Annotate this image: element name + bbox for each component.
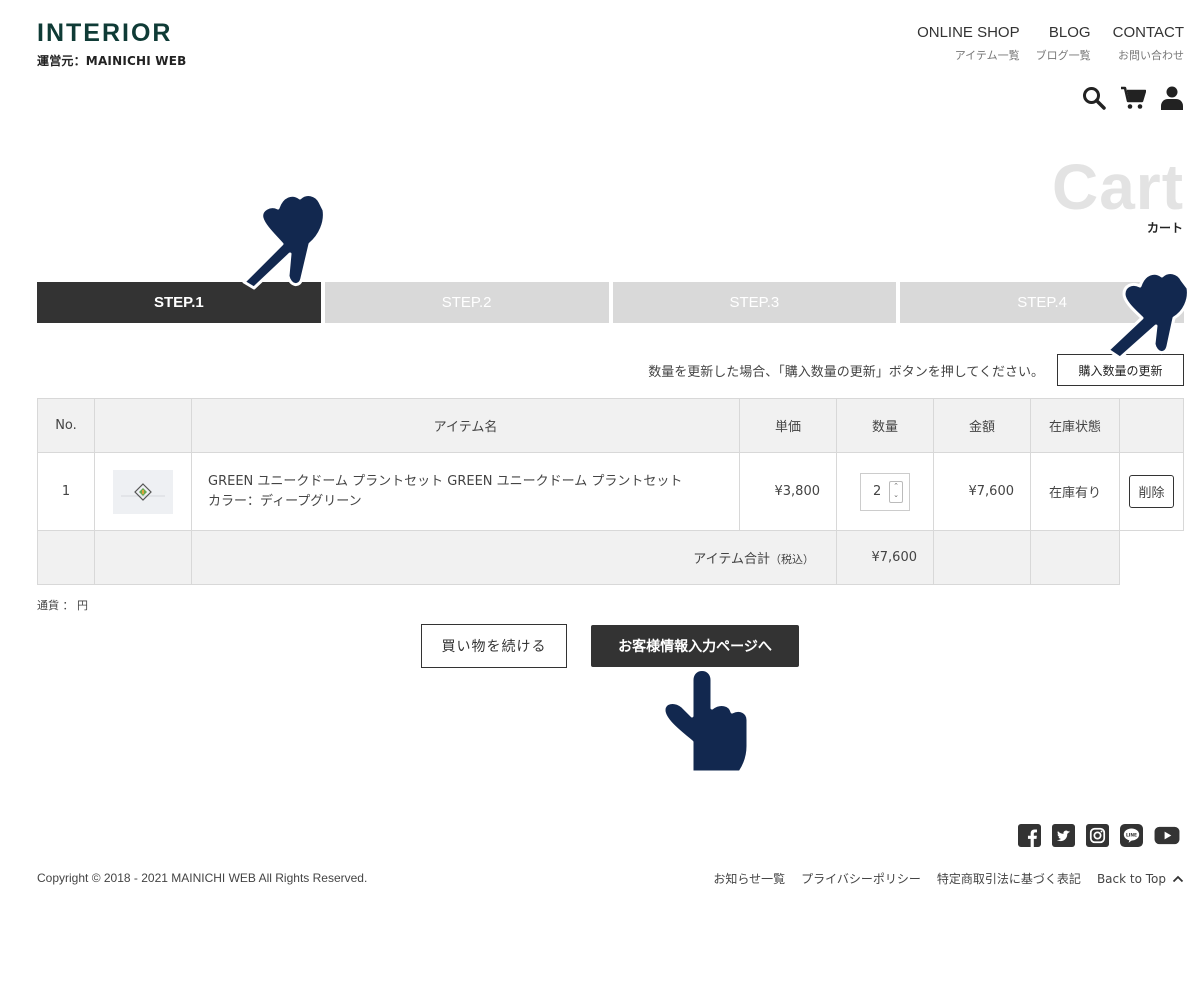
cart-icon[interactable] <box>1120 85 1146 111</box>
header-stock: 在庫状態 <box>1030 398 1120 453</box>
header-icons <box>1081 85 1185 111</box>
unit-price: ¥3,800 <box>739 452 837 531</box>
step-2: STEP.2 <box>324 282 609 323</box>
logo-title: INTERIOR <box>37 19 173 47</box>
quantity-value: 2 <box>873 484 882 499</box>
nav-sublabel: ブログ一覧 <box>1035 49 1091 62</box>
youtube-icon[interactable] <box>1154 824 1180 847</box>
item-name-cell: GREEN ユニークドーム プラントセット GREEN ユニークドーム プラント… <box>191 452 740 531</box>
instagram-icon[interactable] <box>1086 824 1109 847</box>
footer-links: お知らせ一覧 プライバシーポリシー 特定商取引法に基づく表記 Back to T… <box>713 870 1184 887</box>
quantity-cell: 2 ⌃ ⌄ <box>836 452 934 531</box>
step-4: STEP.4 <box>900 282 1184 323</box>
nav-label: BLOG <box>1048 24 1091 41</box>
back-to-top[interactable]: Back to Top <box>1097 870 1184 887</box>
page-title-en: Cart <box>1051 151 1184 223</box>
header-image <box>94 398 192 453</box>
header-action <box>1119 398 1184 453</box>
table-header-row: No. アイテム名 単価 数量 金額 在庫状態 <box>37 398 1184 453</box>
copyright: Copyright © 2018 - 2021 MAINICHI WEB All… <box>37 871 368 885</box>
nav-sublabel: お問い合わせ <box>1118 49 1184 62</box>
line-icon[interactable]: LINE <box>1120 824 1143 847</box>
step-3: STEP.3 <box>612 282 897 323</box>
total-tax-note: （税込） <box>770 553 814 566</box>
footer-link-legal[interactable]: 特定商取引法に基づく表記 <box>937 870 1081 887</box>
customer-info-button[interactable]: お客様情報入力ページへ <box>591 625 799 667</box>
svg-text:LINE: LINE <box>1126 832 1137 838</box>
nav-contact[interactable]: CONTACT お問い合わせ <box>1113 24 1184 63</box>
item-name[interactable]: GREEN ユニークドーム プラントセット GREEN ユニークドーム プラント… <box>208 472 739 492</box>
row-amount: ¥7,600 <box>933 452 1031 531</box>
update-quantity-button[interactable]: 購入数量の更新 <box>1057 354 1184 386</box>
continue-shopping-button[interactable]: 買い物を続ける <box>421 624 567 668</box>
header-item-name: アイテム名 <box>191 398 740 453</box>
footer-link-news[interactable]: お知らせ一覧 <box>713 870 785 887</box>
delete-button[interactable]: 削除 <box>1129 475 1174 508</box>
nav-blog[interactable]: BLOG ブログ一覧 <box>1036 24 1091 63</box>
nav-online-shop[interactable]: ONLINE SHOP アイテム一覧 <box>917 24 1020 63</box>
page-title-ja: カート <box>1146 221 1183 235</box>
stock-status: 在庫有り <box>1030 452 1120 531</box>
pointing-hand-icon <box>242 193 326 290</box>
twitter-icon[interactable] <box>1052 824 1075 847</box>
quantity-stepper[interactable]: 2 ⌃ ⌄ <box>860 472 910 511</box>
header-no: No. <box>37 398 95 453</box>
search-icon[interactable] <box>1081 85 1107 111</box>
cart-table: No. アイテム名 単価 数量 金額 在庫状態 1 GREEN ユニークドーム … <box>37 398 1184 585</box>
total-row: アイテム合計（税込） ¥7,600 <box>37 530 1184 585</box>
site-logo[interactable]: INTERIOR 運営元：MAINICHI WEB <box>37 20 186 69</box>
total-label-cell: アイテム合計（税込） <box>191 530 837 585</box>
nav-label: CONTACT <box>1112 24 1184 41</box>
social-links: LINE <box>1018 824 1180 847</box>
spinner-arrows-icon[interactable]: ⌃ ⌄ <box>889 480 903 503</box>
table-row: 1 GREEN ユニークドーム プラントセット GREEN ユニークドーム プラ… <box>37 452 1184 531</box>
checkout-steps: STEP.1 STEP.2 STEP.3 STEP.4 <box>37 282 1184 323</box>
logo-subtitle: 運営元：MAINICHI WEB <box>37 54 187 68</box>
step-1: STEP.1 <box>37 282 321 323</box>
user-icon[interactable] <box>1159 85 1185 111</box>
total-label: アイテム合計 <box>693 552 770 567</box>
row-no: 1 <box>37 452 95 531</box>
update-notice: 数量を更新した場合、「購入数量の更新」ボタンを押してください。 <box>648 365 1044 380</box>
facebook-icon[interactable] <box>1018 824 1041 847</box>
chevron-up-icon <box>1172 875 1184 882</box>
total-amount: ¥7,600 <box>836 530 934 585</box>
delete-cell: 削除 <box>1119 452 1184 531</box>
pointing-hand-icon <box>662 668 750 774</box>
item-variant: カラー：ディープグリーン <box>208 493 362 509</box>
back-to-top-label: Back to Top <box>1096 871 1166 886</box>
product-thumbnail[interactable] <box>113 469 173 514</box>
header-quantity: 数量 <box>836 398 934 453</box>
currency-note: 通貨 ： 円 <box>37 599 88 612</box>
main-nav: ONLINE SHOP アイテム一覧 BLOG ブログ一覧 CONTACT お問… <box>917 24 1184 63</box>
nav-sublabel: アイテム一覧 <box>954 49 1020 62</box>
product-thumbnail-cell <box>94 452 192 531</box>
header-unit-price: 単価 <box>739 398 837 453</box>
header-amount: 金額 <box>933 398 1031 453</box>
footer-link-privacy[interactable]: プライバシーポリシー <box>801 870 921 887</box>
nav-label: ONLINE SHOP <box>917 24 1020 41</box>
